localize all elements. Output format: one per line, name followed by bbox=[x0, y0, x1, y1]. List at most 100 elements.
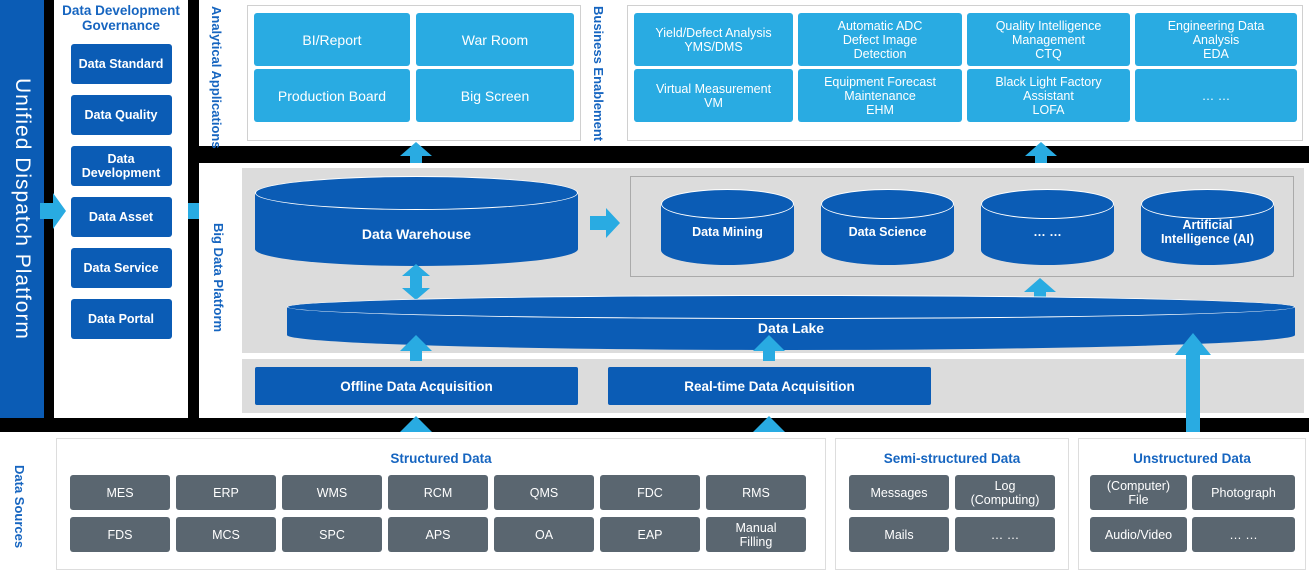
artificial-intelligence-label: Artificial Intelligence (AI) bbox=[1141, 218, 1274, 246]
biz-card-line2: Maintenance bbox=[844, 88, 916, 103]
biz-card-line3: LOFA bbox=[1032, 102, 1065, 117]
governance-item-data-standard[interactable]: Data Standard bbox=[70, 44, 172, 84]
data-sources-panel: Data Sources Structured Data MES ERP WMS… bbox=[0, 432, 1309, 574]
source-box-rcm[interactable]: RCM bbox=[388, 475, 488, 510]
biz-card-more[interactable]: … … bbox=[1135, 69, 1297, 122]
business-enablement-label: Business Enablement bbox=[591, 6, 606, 142]
biz-card-line1: Virtual Measurement bbox=[655, 81, 772, 96]
data-science-label: Data Science bbox=[848, 225, 927, 239]
governance-item-data-service[interactable]: Data Service bbox=[70, 248, 172, 288]
data-warehouse-cylinder[interactable]: Data Warehouse bbox=[255, 176, 578, 266]
source-box-mcs[interactable]: MCS bbox=[176, 517, 276, 552]
source-box-rms[interactable]: RMS bbox=[706, 475, 806, 510]
biz-card-yield-defect-analysis[interactable]: Yield/Defect Analysis YMS/DMS bbox=[634, 13, 793, 66]
source-box-spc[interactable]: SPC bbox=[282, 517, 382, 552]
semi-structured-data-title: Semi-structured Data bbox=[883, 451, 1021, 466]
source-box-fdc[interactable]: FDC bbox=[600, 475, 700, 510]
biz-card-line2: Assistant bbox=[1023, 88, 1074, 103]
biz-card-line2: Defect Image bbox=[842, 32, 918, 47]
app-card-bi-report[interactable]: BI/Report bbox=[254, 13, 410, 66]
data-warehouse-label: Data Warehouse bbox=[361, 226, 472, 242]
source-box-line2: (Computing) bbox=[970, 492, 1040, 507]
realtime-data-acquisition-bar[interactable]: Real-time Data Acquisition bbox=[608, 367, 931, 405]
structured-data-group: Structured Data MES ERP WMS RCM QMS FDC … bbox=[56, 438, 826, 570]
unified-dispatch-platform-bar: Unified Dispatch Platform bbox=[0, 0, 44, 418]
biz-card-automatic-adc-defect-image-detection[interactable]: Automatic ADC Defect Image Detection bbox=[798, 13, 962, 66]
source-box-messages[interactable]: Messages bbox=[849, 475, 949, 510]
biz-card-black-light-factory-assistant[interactable]: Black Light Factory Assistant LOFA bbox=[967, 69, 1130, 122]
source-box-line1: (Computer) bbox=[1106, 478, 1171, 493]
artificial-intelligence-cylinder[interactable]: Artificial Intelligence (AI) bbox=[1141, 189, 1274, 265]
app-card-big-screen[interactable]: Big Screen bbox=[416, 69, 574, 122]
arrow-up-unstructured-to-lake bbox=[1175, 333, 1211, 442]
source-box-qms[interactable]: QMS bbox=[494, 475, 594, 510]
source-box-mails[interactable]: Mails bbox=[849, 517, 949, 552]
biz-card-line1: … … bbox=[1201, 88, 1231, 103]
biz-card-line1: Quality Intelligence bbox=[995, 18, 1102, 33]
data-science-cylinder[interactable]: Data Science bbox=[821, 189, 954, 265]
source-box-fds[interactable]: FDS bbox=[70, 517, 170, 552]
data-mining-cylinder[interactable]: Data Mining bbox=[661, 189, 794, 265]
biz-card-line2: VM bbox=[704, 95, 723, 110]
semi-structured-data-group: Semi-structured Data Messages Log (Compu… bbox=[835, 438, 1069, 570]
source-box-computer-file[interactable]: (Computer) File bbox=[1090, 475, 1187, 510]
arrow-up-to-analytical-applications bbox=[400, 142, 432, 164]
source-box-oa[interactable]: OA bbox=[494, 517, 594, 552]
analytical-applications-label: Analytical Applications bbox=[209, 6, 224, 149]
biz-card-line1: Black Light Factory bbox=[995, 74, 1102, 89]
unstructured-data-group: Unstructured Data (Computer) File Photog… bbox=[1078, 438, 1306, 570]
biz-card-engineering-data-analysis[interactable]: Engineering Data Analysis EDA bbox=[1135, 13, 1297, 66]
ai-line2: Intelligence (AI) bbox=[1160, 232, 1255, 246]
biz-card-line1: Equipment Forecast bbox=[824, 74, 936, 89]
app-card-production-board[interactable]: Production Board bbox=[254, 69, 410, 122]
more-capability-cylinder[interactable]: … … bbox=[981, 189, 1114, 265]
source-box-erp[interactable]: ERP bbox=[176, 475, 276, 510]
biz-card-equipment-forecast-maintenance[interactable]: Equipment Forecast Maintenance EHM bbox=[798, 69, 962, 122]
arrow-up-to-business-enablement bbox=[1025, 142, 1057, 164]
data-development-governance-panel: Data Development Governance Data Standar… bbox=[54, 0, 188, 418]
big-data-platform-label: Big Data Platform bbox=[211, 223, 226, 333]
biz-card-line2: Management bbox=[1012, 32, 1085, 47]
arrow-up-offline-to-lake bbox=[400, 335, 432, 361]
biz-card-line1: Yield/Defect Analysis bbox=[655, 25, 772, 40]
governance-item-data-portal[interactable]: Data Portal bbox=[70, 299, 172, 339]
source-box-aps[interactable]: APS bbox=[388, 517, 488, 552]
source-box-unstructured-more[interactable]: … … bbox=[1192, 517, 1295, 552]
biz-card-line1: Automatic ADC bbox=[837, 18, 923, 33]
source-box-manual-filling[interactable]: Manual Filling bbox=[706, 517, 806, 552]
governance-item-data-quality[interactable]: Data Quality bbox=[70, 95, 172, 135]
data-lake-cylinder[interactable]: Data Lake bbox=[287, 295, 1295, 350]
arrow-up-realtime-to-lake bbox=[753, 335, 785, 361]
source-box-photograph[interactable]: Photograph bbox=[1192, 475, 1295, 510]
biz-card-line2: YMS/DMS bbox=[684, 39, 743, 54]
arrow-right-platform-to-governance bbox=[40, 193, 66, 229]
offline-data-acquisition-bar[interactable]: Offline Data Acquisition bbox=[255, 367, 578, 405]
structured-data-title: Structured Data bbox=[390, 451, 492, 466]
analytics-capability-box: Data Mining Data Science … … Artificial bbox=[630, 176, 1294, 277]
top-applications-panel: Analytical Applications BI/Report War Ro… bbox=[199, 0, 1309, 149]
source-box-mes[interactable]: MES bbox=[70, 475, 170, 510]
biz-card-line3: EDA bbox=[1203, 46, 1229, 61]
data-lake-label: Data Lake bbox=[757, 320, 825, 336]
platform-title: Unified Dispatch Platform bbox=[11, 78, 34, 340]
source-box-eap[interactable]: EAP bbox=[600, 517, 700, 552]
biz-card-line2: Analysis bbox=[1192, 32, 1240, 47]
big-data-platform-panel: Big Data Platform Data Warehouse Data Mi… bbox=[199, 163, 1309, 418]
governance-item-data-development[interactable]: Data Development bbox=[70, 146, 172, 186]
biz-card-line3: CTQ bbox=[1035, 46, 1062, 61]
biz-card-quality-intelligence-management[interactable]: Quality Intelligence Management CTQ bbox=[967, 13, 1130, 66]
governance-title: Data Development Governance bbox=[62, 3, 180, 33]
source-box-wms[interactable]: WMS bbox=[282, 475, 382, 510]
source-box-semi-more[interactable]: … … bbox=[955, 517, 1055, 552]
source-box-audio-video[interactable]: Audio/Video bbox=[1090, 517, 1187, 552]
biz-card-line1: Engineering Data bbox=[1167, 18, 1265, 33]
governance-item-data-asset[interactable]: Data Asset bbox=[70, 197, 172, 237]
source-box-line1: Log bbox=[994, 478, 1016, 493]
unstructured-data-title: Unstructured Data bbox=[1133, 451, 1251, 466]
app-card-war-room[interactable]: War Room bbox=[416, 13, 574, 66]
acquisition-grey-band: Offline Data Acquisition Real-time Data … bbox=[242, 359, 1304, 413]
biz-card-virtual-measurement[interactable]: Virtual Measurement VM bbox=[634, 69, 793, 122]
data-sources-label: Data Sources bbox=[12, 465, 27, 549]
source-box-log-computing[interactable]: Log (Computing) bbox=[955, 475, 1055, 510]
business-enablement-box: Yield/Defect Analysis YMS/DMS Automatic … bbox=[627, 5, 1303, 141]
